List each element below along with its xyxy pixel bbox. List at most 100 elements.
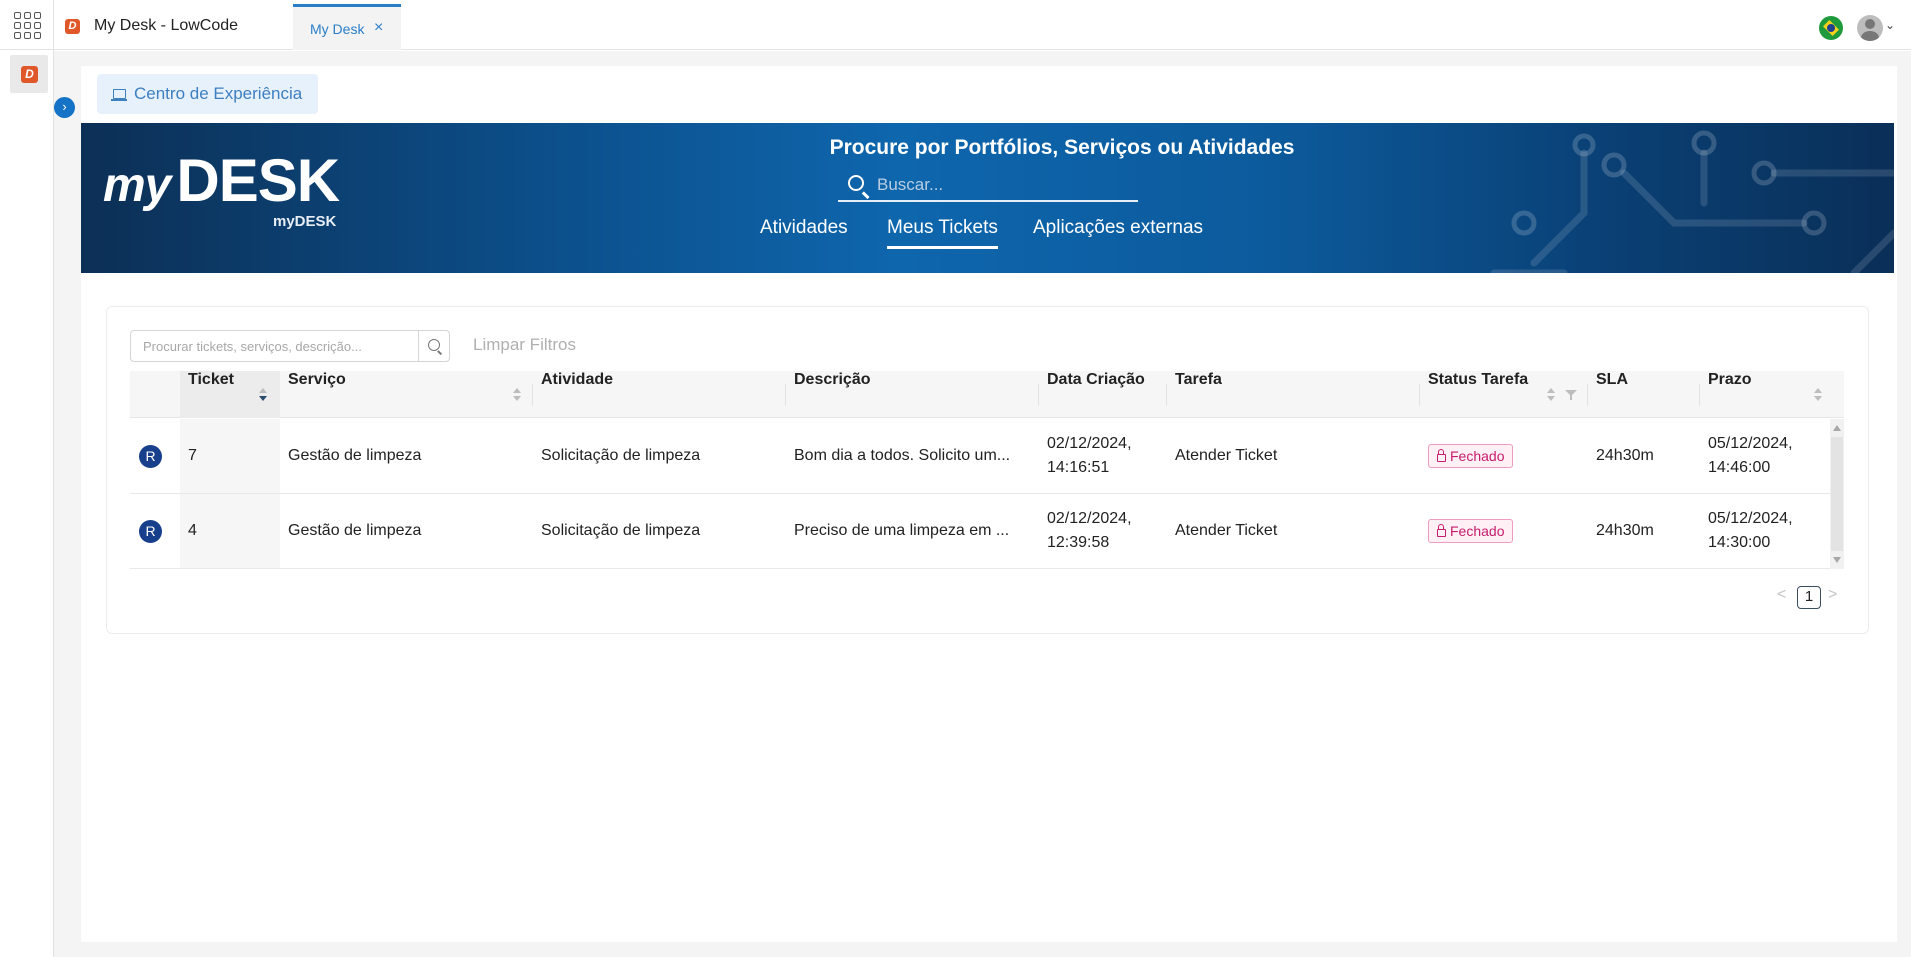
cell-sla: 24h30m bbox=[1588, 494, 1700, 568]
apps-grid-icon[interactable] bbox=[14, 12, 42, 40]
top-bar: D My Desk - LowCode My Desk × ⌄ bbox=[0, 0, 1911, 50]
lock-icon bbox=[1437, 524, 1446, 537]
search-button[interactable] bbox=[418, 331, 449, 361]
prazo-time: 14:30:00 bbox=[1708, 534, 1771, 551]
column-header-data-criacao: Data Criação bbox=[1039, 371, 1167, 418]
banner-search[interactable] bbox=[838, 168, 1138, 202]
pagination-page-1[interactable]: 1 bbox=[1797, 586, 1821, 609]
column-label: Tarefa bbox=[1175, 371, 1222, 388]
status-label: Fechado bbox=[1450, 448, 1505, 464]
cell-descricao: Bom dia a todos. Solicito um... bbox=[786, 419, 1039, 493]
prazo-date: 05/12/2024, bbox=[1708, 510, 1793, 527]
banner-tabs: Atividades Meus Tickets Aplicações exter… bbox=[81, 209, 1894, 249]
data-criacao-time: 14:16:51 bbox=[1047, 459, 1110, 476]
request-type-badge: R bbox=[139, 445, 162, 468]
tarefa-value: Atender Ticket bbox=[1175, 522, 1278, 539]
cell-tarefa: Atender Ticket bbox=[1167, 419, 1420, 493]
breadcrumb-label: Centro de Experiência bbox=[134, 84, 303, 103]
column-header-prazo[interactable]: Prazo bbox=[1700, 371, 1844, 418]
cell-sla: 24h30m bbox=[1588, 419, 1700, 493]
column-label: Descrição bbox=[794, 371, 871, 388]
chevron-down-icon[interactable]: ⌄ bbox=[1885, 18, 1895, 32]
cell-ticket: 7 bbox=[180, 419, 280, 493]
app-logo: D bbox=[65, 19, 80, 34]
tab-label: My Desk bbox=[310, 21, 365, 37]
table-row[interactable]: R 4 Gestão de limpeza Solicitação de lim… bbox=[130, 494, 1830, 569]
hero-banner: my DESK myDESK Procure por Portfólios, Se… bbox=[81, 123, 1894, 273]
pagination-next-button[interactable]: > bbox=[1828, 586, 1837, 604]
column-label: Status Tarefa bbox=[1428, 371, 1529, 388]
ticket-number: 4 bbox=[188, 522, 197, 539]
table-header: Ticket Serviço Atividade Descrição Data … bbox=[130, 371, 1844, 418]
tab-meus-tickets[interactable]: Meus Tickets bbox=[887, 209, 998, 249]
scroll-down-icon[interactable] bbox=[1833, 557, 1841, 563]
pagination-prev-button[interactable]: < bbox=[1777, 586, 1786, 604]
cell-servico: Gestão de limpeza bbox=[280, 419, 533, 493]
cell-status: Fechado bbox=[1420, 494, 1588, 568]
sort-icon[interactable] bbox=[512, 388, 522, 402]
monitor-icon bbox=[111, 89, 127, 101]
column-label: Atividade bbox=[541, 371, 614, 388]
sidebar-item-mydesk[interactable]: D bbox=[10, 55, 48, 93]
column-header-servico[interactable]: Serviço bbox=[280, 371, 533, 418]
prazo-time: 14:46:00 bbox=[1708, 459, 1771, 476]
lock-icon bbox=[1437, 449, 1446, 462]
brazil-flag-icon[interactable] bbox=[1819, 16, 1843, 40]
tab-aplicacoes-externas[interactable]: Aplicações externas bbox=[1033, 209, 1203, 249]
tarefa-value: Atender Ticket bbox=[1175, 447, 1278, 464]
cell-servico: Gestão de limpeza bbox=[280, 494, 533, 568]
cell-prazo: 05/12/2024, 14:46:00 bbox=[1700, 419, 1830, 493]
column-label: Prazo bbox=[1708, 371, 1752, 388]
request-type-badge: R bbox=[139, 520, 162, 543]
filter-icon[interactable] bbox=[1565, 390, 1577, 400]
cell-prazo: 05/12/2024, 14:30:00 bbox=[1700, 494, 1830, 568]
column-label: SLA bbox=[1596, 371, 1628, 388]
mydesk-logo: my DESK myDESK bbox=[103, 151, 340, 231]
cell-data-criacao: 02/12/2024, 14:16:51 bbox=[1039, 419, 1167, 493]
sort-icon[interactable] bbox=[1546, 388, 1556, 402]
table-row[interactable]: R 7 Gestão de limpeza Solicitação de lim… bbox=[130, 419, 1830, 494]
column-label: Data Criação bbox=[1047, 371, 1145, 388]
column-header-sla: SLA bbox=[1588, 371, 1700, 418]
scroll-thumb[interactable] bbox=[1831, 437, 1843, 551]
cell-atividade: Solicitação de limpeza bbox=[533, 419, 786, 493]
descricao-value: Preciso de uma limpeza em ... bbox=[794, 522, 1010, 539]
column-header-atividade: Atividade bbox=[533, 371, 786, 418]
column-label: Serviço bbox=[288, 371, 346, 388]
column-header-status-tarefa[interactable]: Status Tarefa bbox=[1420, 371, 1588, 418]
tab-atividades[interactable]: Atividades bbox=[760, 209, 848, 249]
close-icon[interactable]: × bbox=[374, 19, 383, 37]
servico-value: Gestão de limpeza bbox=[288, 522, 422, 539]
sla-value: 24h30m bbox=[1596, 447, 1654, 464]
breadcrumb[interactable]: Centro de Experiência bbox=[97, 74, 319, 114]
sort-icon[interactable] bbox=[258, 388, 268, 402]
cell-tarefa: Atender Ticket bbox=[1167, 494, 1420, 568]
data-criacao-date: 02/12/2024, bbox=[1047, 435, 1132, 452]
ticket-search[interactable] bbox=[130, 330, 450, 362]
sla-value: 24h30m bbox=[1596, 522, 1654, 539]
data-criacao-time: 12:39:58 bbox=[1047, 534, 1110, 551]
tab-my-desk[interactable]: My Desk × bbox=[293, 4, 401, 50]
cell-status: Fechado bbox=[1420, 419, 1588, 493]
ticket-number: 7 bbox=[188, 447, 197, 464]
clear-filters-button[interactable]: Limpar Filtros bbox=[473, 335, 576, 355]
expand-sidebar-button[interactable]: › bbox=[54, 97, 75, 118]
logo-my: my bbox=[103, 159, 171, 212]
atividade-value: Solicitação de limpeza bbox=[541, 522, 701, 539]
ticket-search-input[interactable] bbox=[132, 332, 418, 360]
column-header-ticket[interactable]: Ticket bbox=[180, 371, 280, 418]
column-header-descricao: Descrição bbox=[786, 371, 1039, 418]
sort-icon[interactable] bbox=[1813, 388, 1823, 402]
servico-value: Gestão de limpeza bbox=[288, 447, 422, 464]
column-label: Ticket bbox=[188, 371, 234, 388]
table-scrollbar[interactable] bbox=[1830, 419, 1844, 569]
cell-descricao: Preciso de uma limpeza em ... bbox=[786, 494, 1039, 568]
status-badge: Fechado bbox=[1428, 444, 1514, 468]
banner-search-input[interactable] bbox=[877, 172, 1127, 198]
user-avatar-icon[interactable] bbox=[1857, 15, 1883, 41]
column-header-tarefa: Tarefa bbox=[1167, 371, 1420, 418]
data-criacao-date: 02/12/2024, bbox=[1047, 510, 1132, 527]
atividade-value: Solicitação de limpeza bbox=[541, 447, 701, 464]
prazo-date: 05/12/2024, bbox=[1708, 435, 1793, 452]
scroll-up-icon[interactable] bbox=[1833, 425, 1841, 431]
